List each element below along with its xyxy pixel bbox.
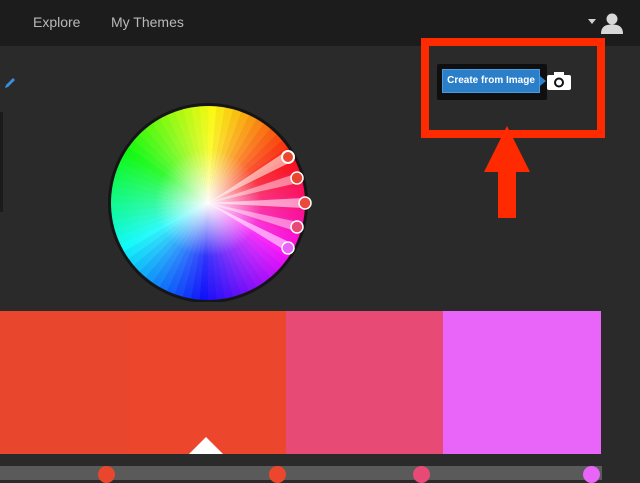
nav-my-themes-link[interactable]: My Themes [111,14,184,30]
pencil-icon[interactable] [3,76,17,90]
wheel-handle[interactable] [298,196,312,210]
slider-knob-3[interactable] [413,466,430,483]
swatch-2-selected[interactable] [130,311,286,454]
wheel-handle[interactable] [281,241,295,255]
wheel-handle[interactable] [290,220,304,234]
swatch-4[interactable] [443,311,601,454]
user-avatar-icon[interactable] [600,12,624,34]
brightness-slider-track[interactable] [0,466,602,480]
color-wheel[interactable] [100,102,315,302]
nav-explore-link[interactable]: Explore [33,14,80,30]
slider-knob-4[interactable] [583,466,600,483]
selected-swatch-marker [189,437,223,454]
highlight-annotation-box [421,38,605,138]
wheel-handle-base[interactable] [281,150,295,164]
arrow-up-icon [484,126,530,218]
slider-knob-2[interactable] [269,466,286,483]
wheel-handle[interactable] [290,171,304,185]
swatch-3[interactable] [286,311,443,454]
account-menu-caret-icon[interactable] [588,19,596,24]
swatch-1[interactable] [0,311,130,454]
side-panel-edge [0,112,3,212]
slider-knob-1[interactable] [98,466,115,483]
